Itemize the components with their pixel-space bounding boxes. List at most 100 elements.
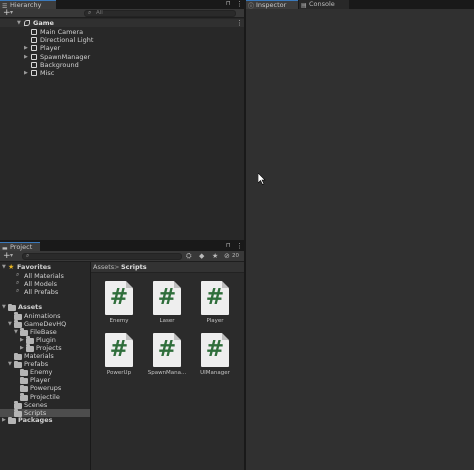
tab-console-label: Console [309,0,335,8]
csharp-script-icon: # [201,333,231,367]
breadcrumb: Assets > Scripts [91,262,244,273]
script-asset[interactable]: # Enemy [95,281,143,329]
script-asset[interactable]: # Laser [143,281,191,329]
vertical-splitter[interactable] [244,0,246,470]
search-by-label-icon[interactable]: ◆ [199,252,204,260]
asset-folder-row[interactable]: ▼ FileBase [0,328,90,336]
gameobject-cube-icon [31,61,37,68]
breadcrumb-scripts[interactable]: Scripts [121,262,147,273]
hierarchy-item-label: Directional Light [40,36,94,45]
asset-folder-row[interactable]: Animations [0,312,90,320]
hierarchy-item-label: SpawnManager [40,52,91,61]
folder-icon [20,376,28,385]
collapse-icon[interactable]: ▼ [8,320,12,328]
breadcrumb-assets[interactable]: Assets [93,262,114,273]
project-add-dropdown-icon[interactable]: ▾ [10,252,13,259]
hidden-packages-count: 20 [232,253,239,259]
project-more-icon[interactable]: ⋮ [236,243,243,250]
folder-icon [26,344,34,352]
favorite-item[interactable]: ⌕ All Prefabs [0,286,90,296]
more-options-icon[interactable]: ⋮ [236,1,243,8]
hierarchy-panel: + ▾ ⌕ All ▼ Game ⋮ Main Camera Directiona… [0,8,244,240]
unity-scene-icon [24,20,30,26]
hierarchy-item[interactable]: Background [0,61,244,69]
hierarchy-item[interactable]: ▶ SpawnManager [0,53,244,61]
asset-folder-row[interactable]: Player [0,376,90,385]
project-search-field[interactable]: ⌕ [22,252,182,260]
mouse-cursor-icon [258,173,266,185]
tab-console[interactable]: ▤ Console [299,0,349,9]
asset-folder-row[interactable]: Projectile [0,393,90,401]
packages-expand-icon[interactable]: ▶ [2,416,6,424]
search-icon: ⌕ [16,286,20,294]
folder-icon [14,312,22,320]
gameobject-cube-icon [31,37,37,44]
favorites-collapse-icon[interactable]: ▼ [2,263,6,271]
expand-icon[interactable]: ▶ [24,44,28,52]
csharp-script-icon: # [201,281,231,315]
favorite-item[interactable]: ⌕ All Materials [0,271,90,280]
asset-folder-row[interactable]: Powerups [0,384,90,393]
hierarchy-item[interactable]: Main Camera [0,28,244,36]
folder-label: Enemy [30,368,53,377]
favorite-item-label: All Prefabs [24,287,59,296]
assets-collapse-icon[interactable]: ▼ [2,303,6,311]
asset-folder-row[interactable]: ▼ Prefabs [0,360,90,369]
hierarchy-item[interactable]: ▶ Player [0,44,244,52]
inspector-tabbar: ⓘ Inspector ▤ Console [246,0,474,10]
script-asset-label: SpawnMana... [147,370,187,376]
hierarchy-item[interactable]: Directional Light [0,36,244,44]
inspector-panel [246,9,474,470]
collapse-icon[interactable]: ▼ [8,360,12,368]
assets-row[interactable]: ▼ Assets [0,303,90,311]
project-lock-icon[interactable]: ⊓ [226,242,231,249]
expand-icon[interactable]: ▶ [20,336,24,344]
hierarchy-item-label: Player [40,44,61,53]
script-asset[interactable]: # SpawnMana... [143,333,191,381]
tab-inspector[interactable]: ⓘ Inspector [246,0,298,10]
asset-folder-row[interactable]: Materials [0,352,90,360]
folder-label: Player [30,376,51,385]
tab-project[interactable]: ▬ Project [0,242,40,252]
project-content: Assets > Scripts # Enemy # Laser # Player # Pow… [91,262,244,470]
hierarchy-search-field[interactable]: ⌕ All [84,9,236,17]
expand-icon[interactable]: ▶ [24,53,28,61]
collapse-icon[interactable]: ▼ [14,328,18,336]
lock-icon[interactable]: ⊓ [226,0,231,7]
script-asset[interactable]: # PowerUp [95,333,143,381]
packages-row[interactable]: ▶ Packages [0,416,90,424]
scene-menu-icon[interactable]: ⋮ [236,20,243,27]
favorite-item[interactable]: ⌕ All Models [0,279,90,288]
tab-hierarchy-label: Hierarchy [10,1,42,9]
asset-folder-row[interactable]: ▼ GameDevHQ [0,320,90,328]
scene-row[interactable]: ▼ Game ⋮ [0,19,244,27]
gameobject-cube-icon [31,45,37,52]
folder-icon [20,328,28,336]
script-asset-label: Laser [159,318,175,324]
hierarchy-item[interactable]: ▶ Misc [0,69,244,77]
csharp-script-icon: # [105,281,135,315]
tab-inspector-label: Inspector [256,1,287,9]
script-asset[interactable]: # Player [191,281,239,329]
asset-folder-row[interactable]: Enemy [0,368,90,377]
add-dropdown-icon[interactable]: ▾ [10,9,13,16]
expand-icon[interactable]: ▶ [20,344,24,352]
script-asset[interactable]: # UIManager [191,333,239,381]
scene-collapse-icon[interactable]: ▼ [17,19,21,27]
script-asset-label: Player [206,318,224,324]
search-by-type-icon[interactable]: ⛭ [186,252,192,261]
packages-folder-icon [8,416,16,424]
script-asset-label: PowerUp [106,370,132,376]
script-asset-label: UIManager [200,370,230,376]
favorites-row[interactable]: ▼ ★ Favorites [0,263,90,271]
script-hash-glyph: # [205,285,225,310]
folder-label: GameDevHQ [24,319,67,328]
folder-label: FileBase [30,327,57,336]
favorite-search-icon[interactable]: ★ [212,252,218,260]
asset-folder-row[interactable]: ▶ Projects [0,344,90,352]
asset-folder-row[interactable]: ▶ Plugin [0,336,90,344]
expand-icon[interactable]: ▶ [24,69,28,77]
asset-folder-row[interactable]: Scenes [0,401,90,409]
scene-label: Game [33,19,54,27]
hidden-packages-icon[interactable]: ⊘ [224,252,230,260]
